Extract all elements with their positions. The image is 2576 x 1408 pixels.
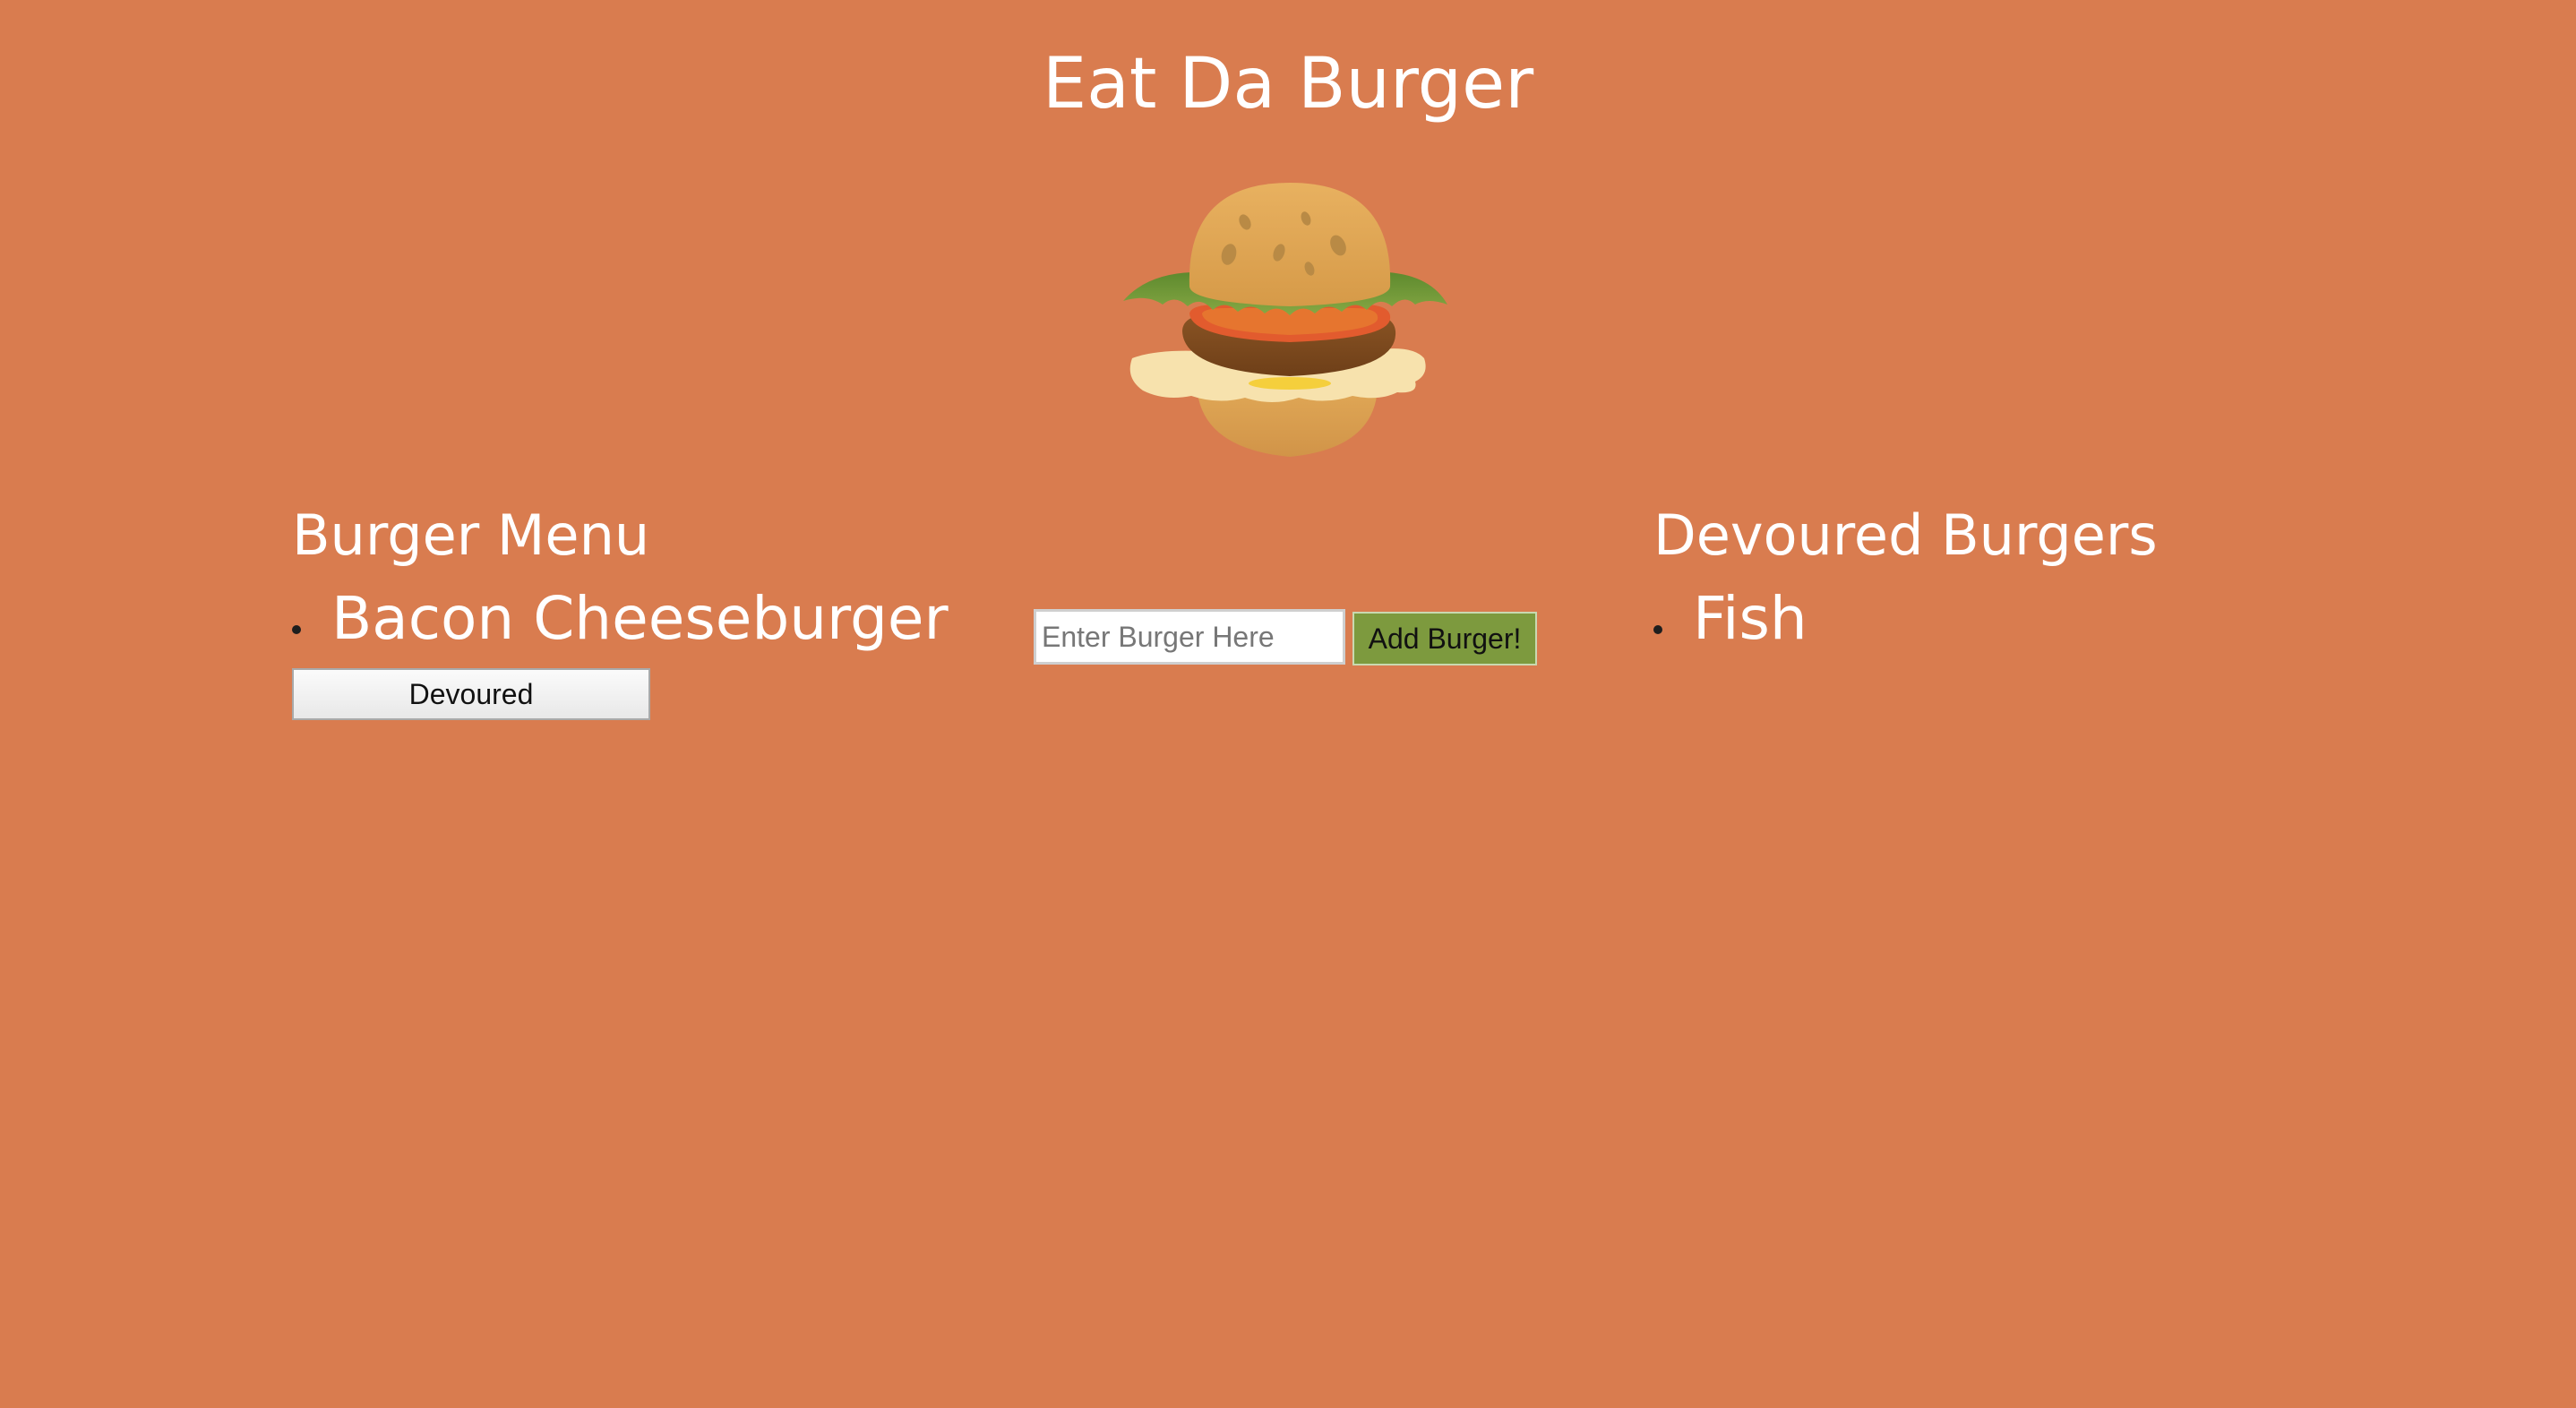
devour-button[interactable]: Devoured	[292, 668, 650, 720]
burger-menu-heading: Burger Menu	[292, 502, 650, 568]
list-item: Bacon Cheeseburger	[292, 580, 949, 657]
list-item: Fish	[1653, 580, 1807, 657]
page-title: Eat Da Burger	[1042, 44, 1534, 124]
burger-name-input[interactable]	[1034, 609, 1345, 665]
burger-icon	[1120, 179, 1460, 475]
burger-menu-list: Bacon Cheeseburger	[292, 580, 949, 657]
add-burger-button[interactable]: Add Burger!	[1352, 612, 1537, 665]
burger-name: Bacon Cheeseburger	[331, 584, 949, 653]
devoured-burgers-heading: Devoured Burgers	[1653, 502, 2158, 568]
burger-name: Fish	[1693, 584, 1807, 653]
bullet-icon	[292, 625, 301, 634]
devoured-burgers-list: Fish	[1653, 580, 1807, 657]
bullet-icon	[1653, 625, 1662, 634]
